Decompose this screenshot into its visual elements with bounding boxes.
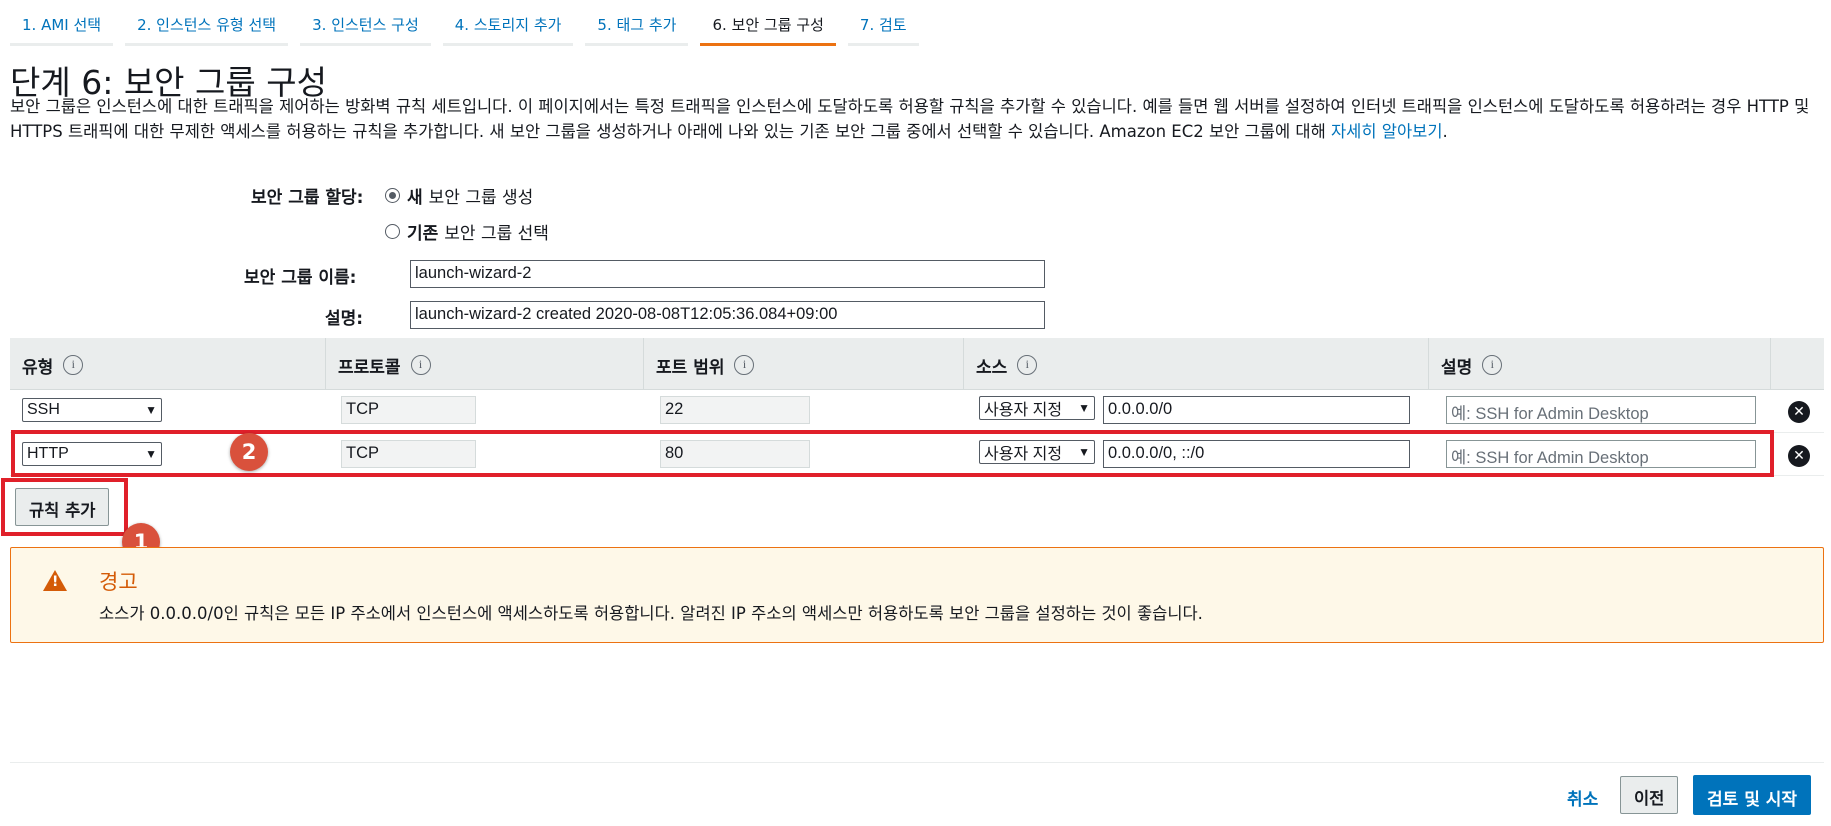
info-icon[interactable]: i bbox=[1482, 355, 1503, 375]
cancel-button[interactable]: 취소 bbox=[1567, 785, 1598, 810]
radio-existing-bold: 기존 bbox=[407, 224, 439, 244]
source-input[interactable]: 0.0.0.0/0 bbox=[1103, 396, 1410, 424]
col-description: 설명 i bbox=[1428, 338, 1770, 390]
annotation-badge-2: 2 bbox=[230, 433, 268, 471]
wizard-steps: 1. AMI 선택 2. 인스턴스 유형 선택 3. 인스턴스 구성 4. 스토… bbox=[10, 0, 931, 46]
highlight-box-row bbox=[11, 430, 1774, 477]
source-mode-select[interactable]: 사용자 지정 ▼ bbox=[979, 396, 1095, 420]
col-source-label: 소스 bbox=[976, 358, 1008, 378]
col-port-range: 포트 범위 i bbox=[643, 338, 963, 390]
review-launch-button[interactable]: 검토 및 시작 bbox=[1693, 775, 1812, 815]
info-icon[interactable]: i bbox=[1017, 355, 1038, 375]
type-select[interactable]: SSH ▼ bbox=[22, 398, 162, 422]
tab-storage[interactable]: 4. 스토리지 추가 bbox=[442, 0, 574, 46]
port-field: 22 bbox=[660, 396, 810, 424]
tab-review[interactable]: 7. 검토 bbox=[847, 0, 919, 46]
intro-text: 보안 그룹은 인스턴스에 대한 트래픽을 제어하는 방화벽 규칙 세트입니다. … bbox=[10, 97, 1810, 141]
tab-tags[interactable]: 5. 태그 추가 bbox=[585, 0, 689, 46]
rules-table-header: 유형 i 프로토콜 i 포트 범위 i 소스 i 설명 i bbox=[10, 338, 1824, 390]
warning-text: 소스가 0.0.0.0/0인 규칙은 모든 IP 주소에서 인스턴스에 액세스하… bbox=[99, 604, 1203, 623]
col-type: 유형 i bbox=[10, 338, 325, 390]
radio-existing-group[interactable]: 기존 보안 그룹 선택 bbox=[385, 219, 549, 244]
info-icon[interactable]: i bbox=[734, 355, 755, 375]
type-select-value: SSH bbox=[27, 401, 60, 418]
warning-icon: ! bbox=[43, 570, 67, 591]
source-mode-value: 사용자 지정 bbox=[984, 402, 1063, 419]
group-desc-input[interactable]: launch-wizard-2 created 2020-08-08T12:05… bbox=[410, 301, 1045, 329]
group-name-input[interactable]: launch-wizard-2 bbox=[410, 260, 1045, 288]
desc-label: 설명: bbox=[325, 309, 364, 329]
delete-rule-icon[interactable]: ✕ bbox=[1788, 445, 1810, 467]
col-desc-label: 설명 bbox=[1441, 358, 1473, 378]
radio-new-group[interactable]: 새 보안 그룹 생성 bbox=[385, 183, 533, 208]
radio-new-bold: 새 bbox=[407, 188, 423, 208]
warning-icon-glyph: ! bbox=[52, 574, 59, 590]
col-protocol: 프로토콜 i bbox=[325, 338, 643, 390]
col-source: 소스 i bbox=[963, 338, 1428, 390]
col-port-label: 포트 범위 bbox=[656, 358, 725, 378]
radio-new-label: 보안 그룹 생성 bbox=[428, 188, 534, 208]
highlight-box-add-rule bbox=[1, 478, 128, 536]
radio-existing-indicator[interactable] bbox=[385, 224, 400, 239]
info-icon[interactable]: i bbox=[63, 355, 84, 375]
learn-more-link[interactable]: 자세히 알아보기 bbox=[1331, 122, 1443, 141]
tab-security-group[interactable]: 6. 보안 그룹 구성 bbox=[700, 0, 836, 46]
page-intro: 보안 그룹은 인스턴스에 대한 트래픽을 제어하는 방화벽 규칙 세트입니다. … bbox=[10, 94, 1825, 144]
rule-desc-input[interactable]: 예: SSH for Admin Desktop bbox=[1446, 396, 1756, 424]
assign-label: 보안 그룹 할당: bbox=[251, 188, 364, 208]
radio-new-indicator[interactable] bbox=[385, 188, 400, 203]
col-actions bbox=[1770, 338, 1824, 390]
col-type-label: 유형 bbox=[22, 358, 54, 378]
info-icon[interactable]: i bbox=[410, 355, 431, 375]
intro-end: . bbox=[1442, 122, 1448, 141]
footer-divider bbox=[10, 762, 1824, 763]
chevron-down-icon: ▼ bbox=[1078, 401, 1090, 415]
radio-existing-label: 보안 그룹 선택 bbox=[444, 224, 549, 244]
protocol-field: TCP bbox=[341, 396, 476, 424]
warning-title: 경고 bbox=[99, 570, 138, 594]
tab-ami[interactable]: 1. AMI 선택 bbox=[10, 0, 114, 46]
warning-alert: ! 경고 소스가 0.0.0.0/0인 규칙은 모든 IP 주소에서 인스턴스에… bbox=[10, 547, 1824, 643]
chevron-down-icon: ▼ bbox=[145, 403, 157, 417]
delete-rule-icon[interactable]: ✕ bbox=[1788, 401, 1810, 423]
col-protocol-label: 프로토콜 bbox=[338, 358, 401, 378]
previous-button[interactable]: 이전 bbox=[1620, 776, 1679, 814]
tab-instance-config[interactable]: 3. 인스턴스 구성 bbox=[300, 0, 431, 46]
name-label: 보안 그룹 이름: bbox=[244, 268, 357, 288]
tab-instance-type[interactable]: 2. 인스턴스 유형 선택 bbox=[125, 0, 289, 46]
